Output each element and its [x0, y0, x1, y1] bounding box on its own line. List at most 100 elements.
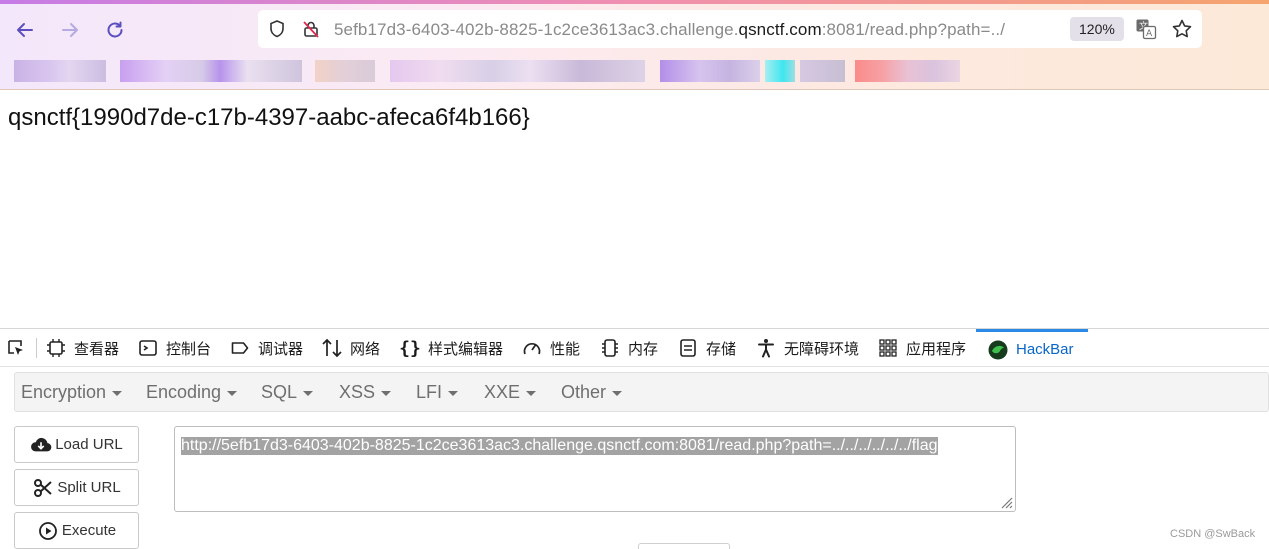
- url-suffix: :8081/read.php?path=../: [821, 20, 1006, 39]
- menu-encryption[interactable]: Encryption: [21, 382, 123, 403]
- reload-icon: [107, 21, 123, 38]
- cloud-download-icon: [30, 435, 52, 455]
- hackbar-url-textarea[interactable]: http://5efb17d3-6403-402b-8825-1c2ce3613…: [174, 426, 1016, 512]
- tab-performance[interactable]: 性能: [520, 329, 580, 367]
- button-label: Load URL: [55, 436, 123, 453]
- back-button[interactable]: [9, 14, 41, 46]
- tab-label: 无障碍环境: [784, 340, 860, 358]
- tab-label: 调试器: [258, 340, 304, 358]
- forward-button[interactable]: [54, 14, 86, 46]
- execute-button[interactable]: Execute: [14, 512, 139, 549]
- tab-storage[interactable]: 存储: [676, 329, 736, 367]
- url-prefix: 5efb17d3-6403-402b-8825-1c2ce3613ac3.cha…: [334, 20, 739, 39]
- tab-label: 网络: [350, 340, 381, 358]
- menu-label: Encoding: [146, 382, 222, 402]
- bookmarks-toolbar: [0, 56, 1269, 86]
- performance-icon: [520, 336, 544, 360]
- zoom-indicator[interactable]: 120%: [1070, 17, 1124, 41]
- tab-console[interactable]: 控制台: [136, 329, 211, 367]
- tab-label: 内存: [628, 340, 659, 358]
- back-arrow-icon: [17, 23, 33, 37]
- browser-toolbar: 5efb17d3-6403-402b-8825-1c2ce3613ac3.cha…: [0, 0, 1269, 90]
- bookmark-item[interactable]: [315, 60, 375, 82]
- devtools-panel: 查看器 控制台 调试器 网络 {} 样式编辑器 性能 内存 存储 无障碍环境 应…: [0, 328, 1269, 549]
- load-url-button[interactable]: Load URL: [14, 426, 139, 463]
- caret-down-icon: [612, 390, 623, 396]
- button-label: Execute: [61, 522, 117, 539]
- tab-label: 应用程序: [906, 340, 967, 358]
- debugger-icon: [228, 336, 252, 360]
- tab-application[interactable]: 应用程序: [876, 329, 966, 367]
- tab-debugger[interactable]: 调试器: [228, 329, 303, 367]
- menu-sql[interactable]: SQL: [261, 382, 314, 403]
- storage-icon: [676, 336, 700, 360]
- caret-down-icon: [227, 390, 238, 396]
- tab-label: 存储: [706, 340, 737, 358]
- menu-xxe[interactable]: XXE: [484, 382, 537, 403]
- tab-style-editor[interactable]: {} 样式编辑器: [398, 329, 503, 367]
- bookmark-item[interactable]: [660, 60, 760, 82]
- bookmark-item[interactable]: [14, 60, 106, 82]
- resize-grip-icon[interactable]: [997, 493, 1013, 509]
- menu-label: XSS: [339, 382, 376, 402]
- tab-label: HackBar: [1016, 341, 1074, 358]
- tab-divider: [36, 338, 37, 358]
- element-picker-icon: [4, 336, 28, 360]
- menu-xss[interactable]: XSS: [339, 382, 392, 403]
- menu-label: Encryption: [21, 382, 107, 402]
- network-icon: [320, 336, 344, 360]
- element-picker-button[interactable]: [4, 329, 34, 367]
- tab-label: 样式编辑器: [428, 340, 504, 358]
- tab-inspector[interactable]: 查看器: [44, 329, 119, 367]
- split-url-button[interactable]: Split URL: [14, 469, 139, 506]
- tab-strip-edge: [0, 0, 1269, 4]
- shield-icon[interactable]: [266, 18, 288, 40]
- hackbar-menubar: Encryption Encoding SQL XSS LFI XXE Othe…: [14, 372, 1269, 412]
- caret-down-icon: [526, 390, 537, 396]
- forward-arrow-icon: [62, 23, 78, 37]
- svg-text:A: A: [1146, 29, 1153, 39]
- caret-down-icon: [112, 390, 123, 396]
- caret-down-icon: [448, 390, 459, 396]
- url-textarea-value: http://5efb17d3-6403-402b-8825-1c2ce3613…: [181, 437, 938, 455]
- url-text[interactable]: 5efb17d3-6403-402b-8825-1c2ce3613ac3.cha…: [334, 20, 1005, 40]
- address-bar[interactable]: 5efb17d3-6403-402b-8825-1c2ce3613ac3.cha…: [258, 10, 1202, 48]
- flag-text: qsnctf{1990d7de-c17b-4397-aabc-afeca6f4b…: [8, 104, 530, 131]
- menu-label: Other: [561, 382, 607, 402]
- devtools-tabbar: 查看器 控制台 调试器 网络 {} 样式编辑器 性能 内存 存储 无障碍环境 应…: [0, 329, 1269, 367]
- inspector-icon: [44, 336, 68, 360]
- menu-other[interactable]: Other: [561, 382, 623, 403]
- menu-label: LFI: [416, 382, 443, 402]
- menu-label: XXE: [484, 382, 521, 402]
- accessibility-icon: [754, 336, 778, 360]
- scissors-icon: [32, 478, 54, 498]
- style-editor-icon: {}: [399, 337, 421, 359]
- reload-button[interactable]: [99, 14, 131, 46]
- button-label: Split URL: [57, 479, 121, 496]
- play-circle-icon: [37, 521, 59, 541]
- watermark: CSDN @SwBack: [1170, 528, 1256, 540]
- panel-edge: [638, 543, 730, 549]
- menu-label: SQL: [261, 382, 298, 402]
- tab-accessibility[interactable]: 无障碍环境: [754, 329, 859, 367]
- tab-memory[interactable]: 内存: [598, 329, 658, 367]
- console-icon: [136, 336, 160, 360]
- tab-label: 性能: [550, 340, 581, 358]
- bookmark-item[interactable]: [855, 60, 960, 82]
- bookmark-item[interactable]: [765, 60, 795, 82]
- insecure-lock-icon[interactable]: [300, 18, 322, 40]
- bookmark-item[interactable]: [800, 60, 845, 82]
- tab-label: 查看器: [74, 340, 120, 358]
- url-domain: qsnctf.com: [738, 20, 822, 39]
- application-icon: [876, 336, 900, 360]
- menu-encoding[interactable]: Encoding: [146, 382, 238, 403]
- menu-lfi[interactable]: LFI: [416, 382, 459, 403]
- tab-hackbar[interactable]: HackBar: [976, 329, 1088, 367]
- tab-network[interactable]: 网络: [320, 329, 380, 367]
- bookmark-item[interactable]: [120, 60, 302, 82]
- translate-icon[interactable]: 文 A: [1135, 18, 1157, 40]
- tab-label: 控制台: [166, 340, 212, 358]
- bookmark-item[interactable]: [390, 60, 645, 82]
- hackbar-icon: [986, 338, 1010, 362]
- bookmark-star-icon[interactable]: [1171, 18, 1193, 40]
